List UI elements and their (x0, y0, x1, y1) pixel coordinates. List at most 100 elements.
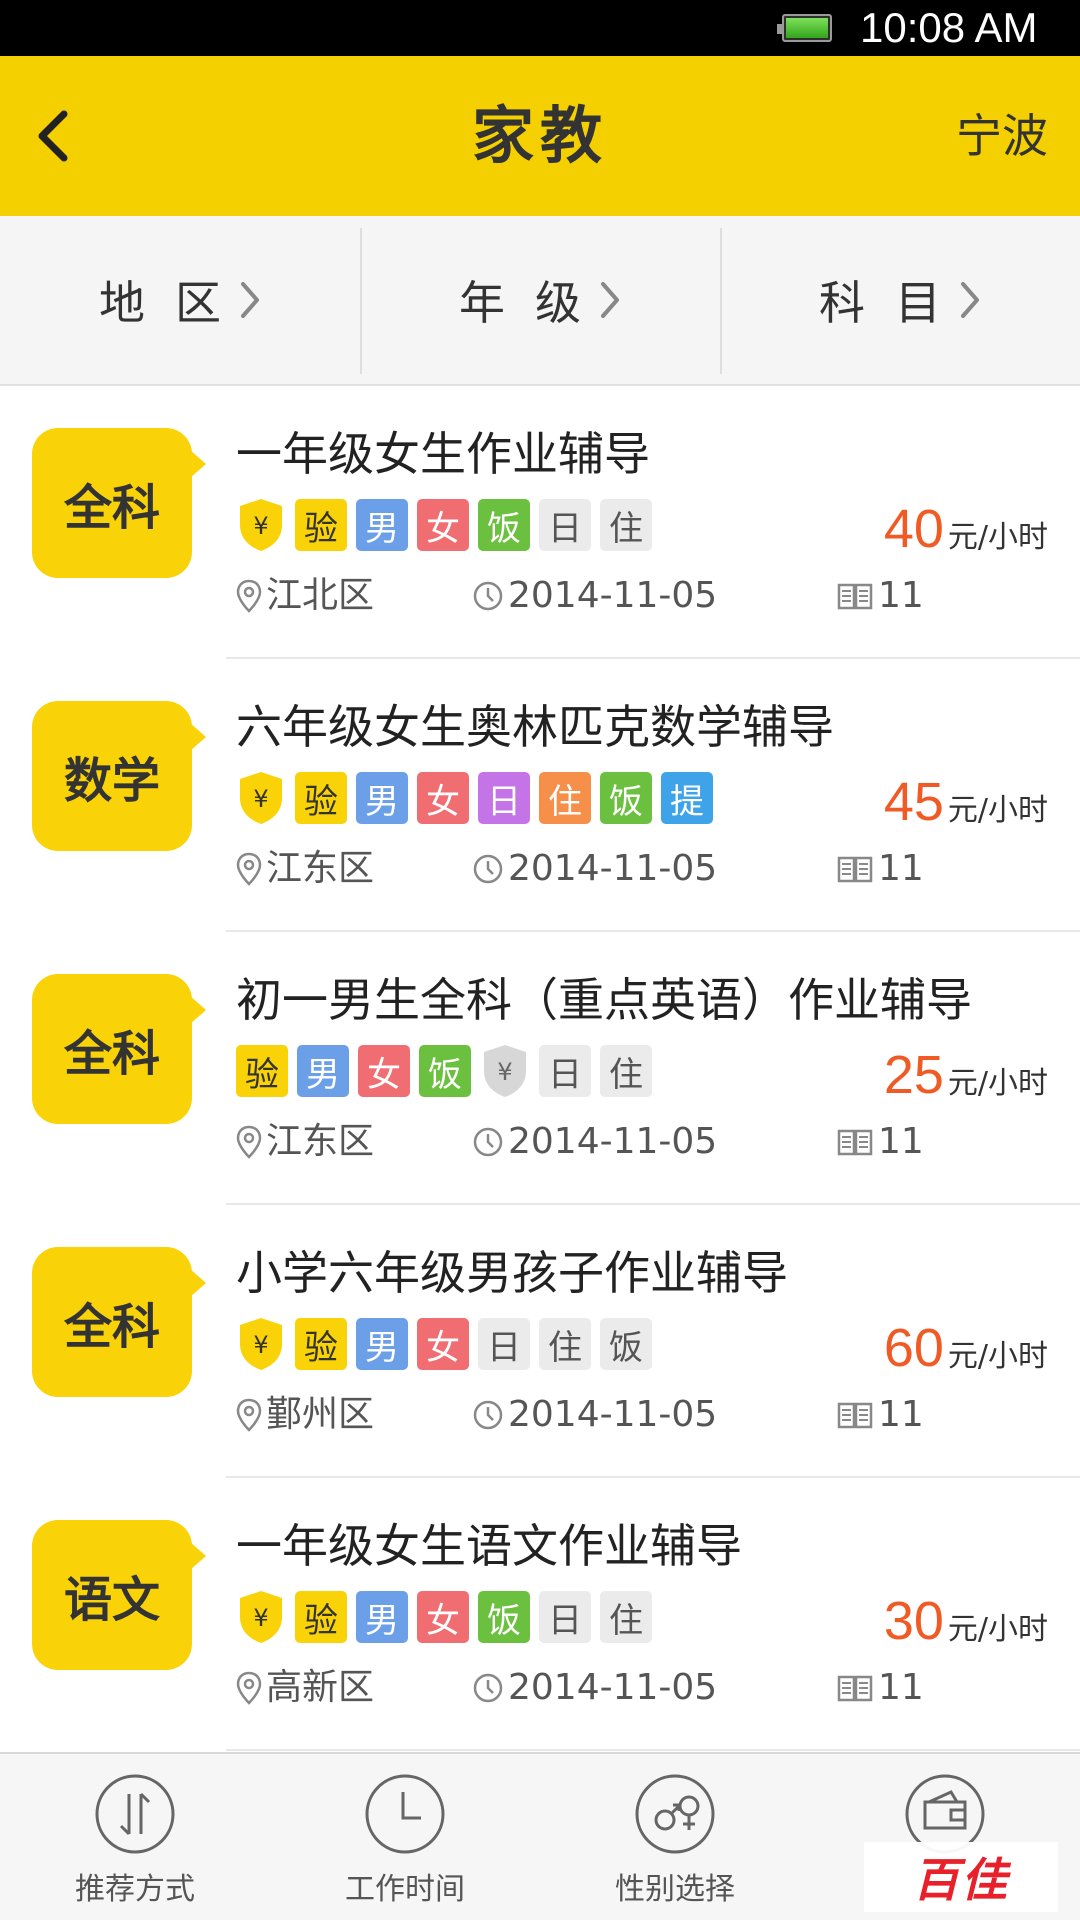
subject-label: 数学 (63, 753, 160, 809)
post-date: 2014-11-05 (472, 1120, 717, 1164)
feature-tag: 住 (539, 1318, 591, 1370)
feature-tag: 住 (600, 1045, 652, 1097)
filter-0[interactable]: 地区 (0, 216, 360, 384)
tab-0[interactable]: 推荐方式 (0, 1754, 270, 1920)
list-item[interactable]: 数学 六年级女生奥林匹克数学辅导 ¥ 验男女日住饭提 45 元/小时 江东区 2014-11-… (0, 659, 1080, 932)
guarantee-shield-icon: ¥ (240, 1318, 282, 1370)
filter-2[interactable]: 科目 (720, 216, 1080, 384)
subject-label: 全科 (63, 1026, 160, 1082)
view-count: 11 (836, 1393, 924, 1437)
count-text: 11 (878, 1394, 924, 1435)
svg-text:¥: ¥ (253, 512, 268, 540)
location-pin-icon (236, 579, 262, 613)
listing-title: 一年级女生作业辅导 (236, 427, 650, 481)
feature-tag: 日 (539, 1045, 591, 1097)
listing-title: 一年级女生语文作业辅导 (236, 1519, 742, 1573)
area: 江东区 (236, 847, 374, 891)
feature-tag: 提 (661, 772, 713, 824)
filter-label: 年级 (459, 276, 611, 330)
watermark-text: 百佳 (913, 1853, 1009, 1907)
feature-tag: 饭 (600, 1318, 652, 1370)
feature-tag: 住 (600, 499, 652, 551)
list-item[interactable]: 全科 一年级女生作业辅导 ¥ 验男女饭日住 40 元/小时 江北区 2014-11-05 11 (0, 386, 1080, 659)
subject-badge: 全科 (32, 428, 206, 578)
feature-tag: 女 (417, 1318, 469, 1370)
feature-tag: 验 (295, 772, 347, 824)
tab-2[interactable]: 性别选择 (540, 1754, 810, 1920)
area-text: 鄞州区 (266, 1394, 375, 1435)
price-value: 25 (883, 1045, 944, 1105)
view-count: 11 (836, 1120, 924, 1164)
app-header: 家教 宁波 (0, 56, 1080, 216)
chevron-right-icon (601, 282, 619, 318)
list-item[interactable]: 全科 小学六年级男孩子作业辅导 ¥ 验男女日住饭 60 元/小时 鄞州区 2014-11-05… (0, 1205, 1080, 1478)
location-pin-icon (236, 1671, 262, 1705)
feature-tag: 日 (539, 499, 591, 551)
area: 鄞州区 (236, 1393, 374, 1437)
price-value: 45 (883, 772, 944, 832)
book-icon (837, 1402, 873, 1429)
feature-tag: 日 (478, 1318, 530, 1370)
area: 高新区 (236, 1666, 374, 1710)
list-item[interactable]: 语文 一年级女生语文作业辅导 ¥ 验男女饭日住 30 元/小时 高新区 2014-11-05 1… (0, 1478, 1080, 1751)
watermark-logo: 百佳 (864, 1842, 1058, 1912)
feature-tag: 女 (417, 772, 469, 824)
post-date: 2014-11-05 (472, 1666, 717, 1710)
feature-tag: 女 (417, 499, 469, 551)
view-count: 11 (836, 847, 924, 891)
gender-icon (635, 1774, 715, 1854)
book-icon (837, 1675, 873, 1702)
feature-tags: 验男女饭 ¥ 日住 (236, 1044, 661, 1098)
guarantee-shield-icon: ¥ (484, 1045, 526, 1097)
tutor-listing: 全科 一年级女生作业辅导 ¥ 验男女饭日住 40 元/小时 江北区 2014-11-05 11 数… (0, 386, 1080, 1751)
price-unit: 元/小时 (947, 520, 1048, 555)
filter-1[interactable]: 年级 (360, 216, 720, 384)
area-text: 江北区 (266, 575, 375, 616)
feature-tag: 男 (356, 1591, 408, 1643)
listing-title: 初一男生全科（重点英语）作业辅导 (236, 973, 972, 1027)
post-date: 2014-11-05 (472, 847, 717, 891)
tab-1[interactable]: 工作时间 (270, 1754, 540, 1920)
area-text: 高新区 (266, 1667, 375, 1708)
sort-arrows-icon (95, 1774, 175, 1854)
price: 30 元/小时 (884, 1590, 1048, 1652)
price-value: 30 (883, 1591, 944, 1651)
count-text: 11 (878, 1667, 924, 1708)
date-text: 2014-11-05 (508, 1667, 718, 1708)
date-text: 2014-11-05 (508, 1394, 718, 1435)
list-item[interactable]: 全科 初一男生全科（重点英语）作业辅导验男女饭 ¥ 日住 25 元/小时江东区 2014-1… (0, 932, 1080, 1205)
area-text: 江东区 (266, 1121, 375, 1162)
page-title: 家教 (471, 99, 608, 172)
status-bar: 10:08 AM (0, 0, 1080, 56)
feature-tag: 验 (236, 1045, 288, 1097)
clock-icon (473, 1127, 503, 1157)
price-value: 60 (883, 1318, 944, 1378)
city-selector[interactable]: 宁波 (956, 104, 1048, 168)
tab-label: 工作时间 (345, 1872, 465, 1907)
price-unit: 元/小时 (947, 1339, 1048, 1374)
feature-tag: 男 (356, 1318, 408, 1370)
feature-tag: 饭 (478, 499, 530, 551)
price-unit: 元/小时 (947, 793, 1048, 828)
listing-title: 小学六年级男孩子作业辅导 (236, 1246, 788, 1300)
chevron-right-icon (241, 282, 259, 318)
price: 60 元/小时 (884, 1317, 1048, 1379)
feature-tag: 饭 (478, 1591, 530, 1643)
price-unit: 元/小时 (947, 1066, 1048, 1101)
location-pin-icon (236, 852, 262, 886)
location-pin-icon (236, 1398, 262, 1432)
feature-tag: 女 (358, 1045, 410, 1097)
book-icon (837, 1129, 873, 1156)
clock-icon (473, 1673, 503, 1703)
subject-label: 全科 (63, 480, 160, 536)
post-date: 2014-11-05 (472, 1393, 717, 1437)
area-text: 江东区 (266, 848, 375, 889)
count-text: 11 (878, 1121, 924, 1162)
tab-label: 性别选择 (615, 1872, 735, 1907)
guarantee-shield-icon: ¥ (240, 499, 282, 551)
guarantee-shield-icon: ¥ (240, 772, 282, 824)
feature-tag: 饭 (600, 772, 652, 824)
area: 江北区 (236, 574, 374, 618)
subject-badge: 语文 (32, 1520, 206, 1670)
price-value: 40 (883, 499, 944, 559)
